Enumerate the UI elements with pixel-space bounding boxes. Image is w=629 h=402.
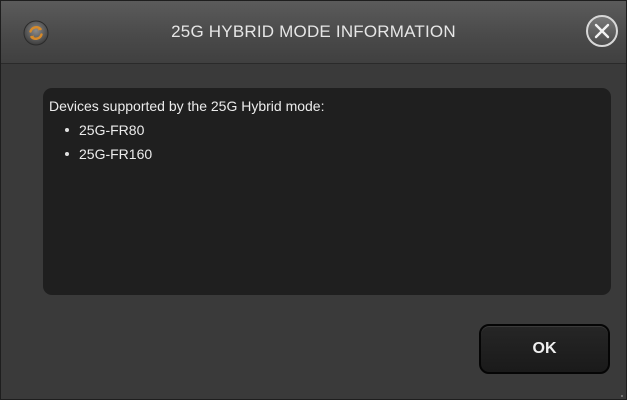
bullet-icon: [65, 152, 69, 156]
list-item: 25G-FR160: [65, 146, 605, 162]
device-name: 25G-FR80: [79, 122, 145, 138]
info-panel: Devices supported by the 25G Hybrid mode…: [43, 88, 611, 295]
bullet-icon: [65, 128, 69, 132]
device-name: 25G-FR160: [79, 146, 153, 162]
close-circle-icon[interactable]: [585, 14, 619, 48]
dialog-titlebar: 25G HYBRID MODE INFORMATION: [1, 1, 626, 64]
hybrid-mode-info-dialog: 25G HYBRID MODE INFORMATION Devices supp…: [0, 0, 627, 400]
resize-grip-icon[interactable]: [616, 389, 624, 397]
dialog-title: 25G HYBRID MODE INFORMATION: [171, 22, 456, 41]
info-intro-text: Devices supported by the 25G Hybrid mode…: [49, 98, 325, 114]
ok-button[interactable]: OK: [479, 324, 610, 374]
close-button[interactable]: [585, 14, 619, 48]
list-item: 25G-FR80: [65, 122, 605, 138]
supported-device-list: 25G-FR80 25G-FR160: [49, 122, 605, 162]
